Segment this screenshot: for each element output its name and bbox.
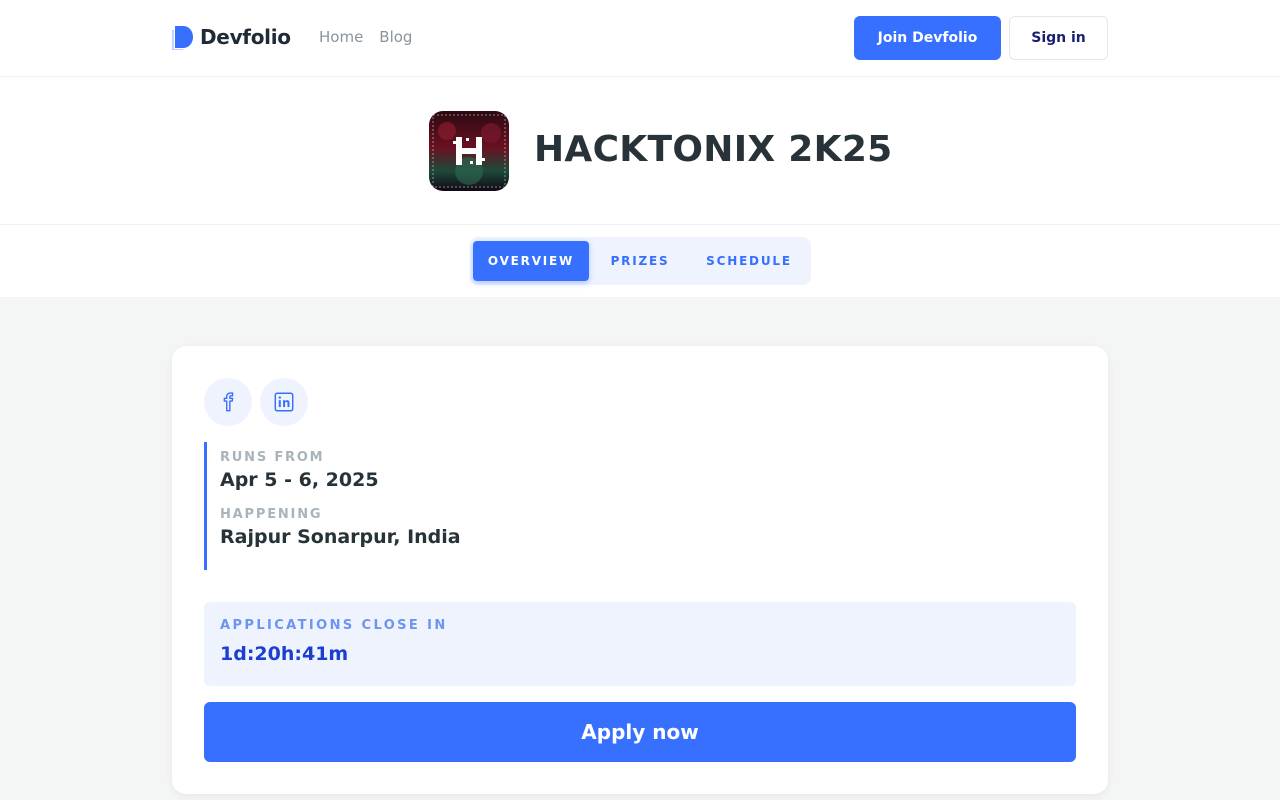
event-header: HACKTONIX 2K25	[0, 77, 1280, 225]
nav-link-blog[interactable]: Blog	[379, 28, 412, 46]
nav-link-home[interactable]: Home	[319, 28, 363, 46]
countdown-value: 1d:20h:41m	[220, 643, 349, 665]
primary-nav: Home Blog	[319, 28, 412, 46]
facebook-share-button[interactable]	[204, 378, 252, 426]
runs-from-value: Apr 5 - 6, 2025	[220, 469, 379, 491]
top-navbar: Devfolio Home Blog Join Devfolio Sign in	[0, 0, 1280, 77]
sign-in-button[interactable]: Sign in	[1009, 16, 1108, 60]
event-tabs: OVERVIEW PRIZES SCHEDULE	[470, 237, 811, 285]
happening-value: Rajpur Sonarpur, India	[220, 526, 461, 548]
brand-name: Devfolio	[200, 25, 291, 49]
event-title: HACKTONIX 2K25	[534, 129, 893, 170]
tab-overview[interactable]: OVERVIEW	[473, 241, 589, 281]
facebook-icon	[223, 392, 234, 412]
linkedin-share-button[interactable]	[260, 378, 308, 426]
devfolio-logo-icon	[172, 26, 193, 50]
happening-label: HAPPENING	[220, 507, 323, 522]
devfolio-logo[interactable]: Devfolio	[172, 24, 291, 50]
apply-now-button[interactable]: Apply now	[204, 702, 1076, 762]
tab-prizes[interactable]: PRIZES	[597, 241, 683, 281]
runs-from-label: RUNS FROM	[220, 450, 325, 465]
event-overview-card: RUNS FROM Apr 5 - 6, 2025 HAPPENING Rajp…	[172, 346, 1108, 794]
social-links	[204, 378, 308, 426]
event-logo	[429, 111, 509, 191]
tab-schedule[interactable]: SCHEDULE	[693, 241, 805, 281]
event-details: RUNS FROM Apr 5 - 6, 2025 HAPPENING Rajp…	[204, 442, 604, 570]
applications-countdown: APPLICATIONS CLOSE IN 1d:20h:41m	[204, 602, 1076, 686]
tabs-bar: OVERVIEW PRIZES SCHEDULE	[0, 225, 1280, 297]
linkedin-icon	[274, 392, 294, 412]
countdown-label: APPLICATIONS CLOSE IN	[220, 618, 448, 633]
join-devfolio-button[interactable]: Join Devfolio	[854, 16, 1001, 60]
